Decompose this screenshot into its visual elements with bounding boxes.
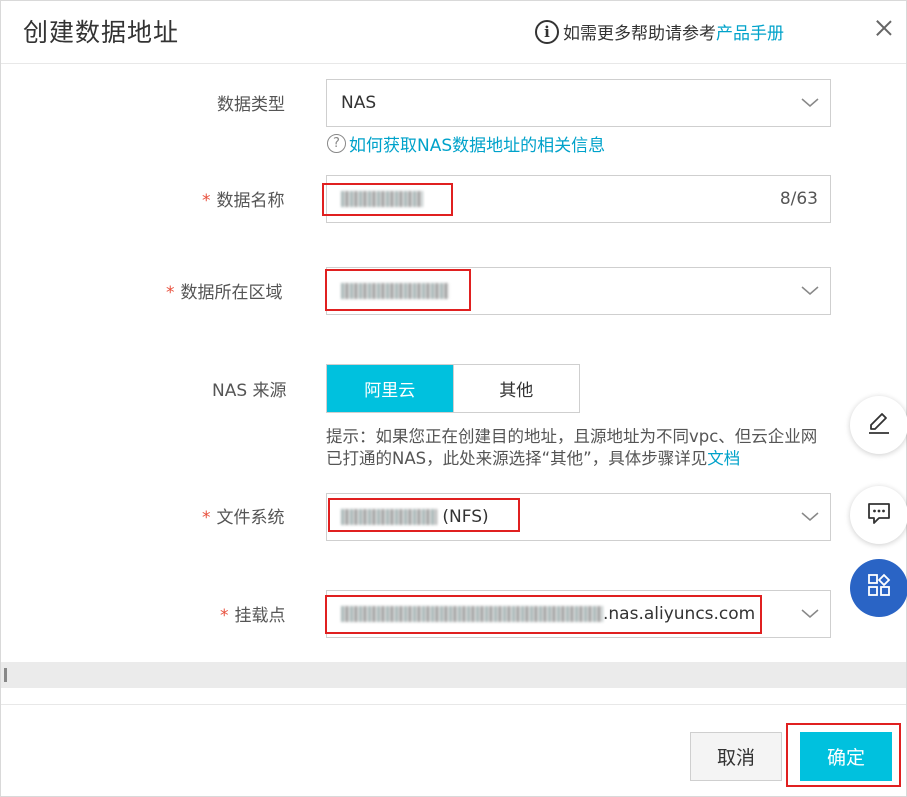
close-icon[interactable] bbox=[873, 17, 895, 39]
tip-doc-link[interactable]: 文档 bbox=[707, 449, 740, 468]
required-mark: * bbox=[202, 191, 211, 211]
scrollbar-thumb[interactable] bbox=[4, 668, 7, 682]
chevron-down-icon bbox=[800, 603, 820, 623]
footer-divider bbox=[1, 704, 906, 705]
data-type-value: NAS bbox=[341, 93, 377, 113]
char-counter: 8/63 bbox=[779, 189, 818, 209]
required-mark: * bbox=[202, 508, 211, 528]
highlight-box bbox=[325, 269, 471, 311]
file-system-label: * 文件系统 bbox=[202, 508, 285, 528]
chevron-down-icon bbox=[800, 506, 820, 526]
nas-info-link[interactable]: ? 如何获取NAS数据地址的相关信息 bbox=[327, 131, 605, 156]
data-type-select[interactable]: NAS bbox=[326, 79, 831, 127]
edit-icon bbox=[865, 409, 893, 441]
cancel-button[interactable]: 取消 bbox=[690, 732, 782, 781]
data-name-label: * 数据名称 bbox=[202, 191, 285, 211]
chevron-down-icon bbox=[800, 280, 820, 300]
chat-icon bbox=[865, 499, 893, 531]
nas-source-tip: 提示：如果您正在创建目的地址，且源地址为不同vpc、但云企业网已打通的NAS，此… bbox=[326, 426, 831, 470]
create-data-address-dialog: 创建数据地址 i 如需更多帮助请参考 产品手册 数据类型 NAS ? 如何获取N… bbox=[0, 0, 907, 797]
mount-point-label: * 挂载点 bbox=[220, 606, 286, 626]
question-icon: ? bbox=[327, 134, 346, 153]
help-text: i 如需更多帮助请参考 产品手册 bbox=[535, 19, 784, 44]
highlight-box bbox=[786, 723, 901, 787]
chevron-down-icon bbox=[800, 92, 820, 112]
feedback-float-button[interactable] bbox=[850, 486, 907, 544]
edit-float-button[interactable] bbox=[850, 396, 907, 454]
region-label: * 数据所在区域 bbox=[166, 283, 283, 303]
required-mark: * bbox=[166, 283, 175, 303]
apps-icon bbox=[865, 572, 893, 604]
help-prefix: 如需更多帮助请参考 bbox=[563, 24, 716, 44]
highlight-box bbox=[322, 183, 453, 216]
highlight-box bbox=[325, 595, 762, 634]
highlight-box bbox=[328, 498, 520, 532]
nas-source-other-option[interactable]: 其他 bbox=[452, 365, 579, 412]
data-type-label: 数据类型 bbox=[217, 95, 285, 115]
dialog-header: 创建数据地址 i 如需更多帮助请参考 产品手册 bbox=[1, 1, 906, 63]
apps-float-button[interactable] bbox=[850, 559, 907, 617]
horizontal-scrollbar[interactable] bbox=[1, 662, 906, 688]
required-mark: * bbox=[220, 606, 229, 626]
product-manual-link[interactable]: 产品手册 bbox=[716, 19, 784, 44]
tip-text: 提示：如果您正在创建目的地址，且源地址为不同vpc、但云企业网已打通的NAS，此… bbox=[326, 427, 818, 468]
info-icon: i bbox=[535, 19, 559, 44]
nas-info-link-text: 如何获取NAS数据地址的相关信息 bbox=[349, 136, 606, 156]
nas-source-label: NAS 来源 bbox=[212, 381, 287, 401]
dialog-title: 创建数据地址 bbox=[23, 18, 180, 47]
nas-source-toggle: 阿里云 其他 bbox=[326, 364, 580, 413]
nas-source-aliyun-option[interactable]: 阿里云 bbox=[327, 365, 453, 412]
